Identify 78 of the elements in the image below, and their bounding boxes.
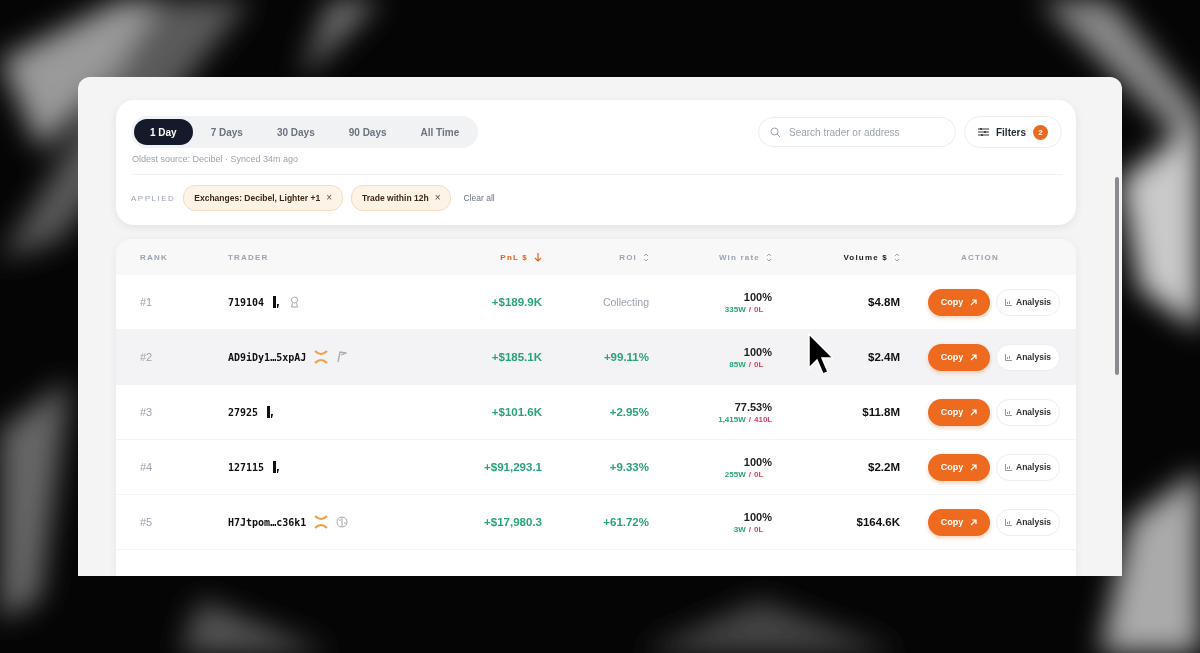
- period-tab[interactable]: All Time: [404, 119, 476, 145]
- rank-text: #4: [140, 461, 154, 473]
- column-header: TRADER: [228, 252, 270, 262]
- chip-label: Exchanges: Decibel, Lighter +1: [194, 193, 321, 203]
- arrow-icon: [970, 518, 978, 526]
- trader-name: 27925: [228, 406, 259, 418]
- roi-value: +61.72%: [603, 516, 649, 528]
- rank-text: #5: [140, 516, 154, 528]
- period-tab[interactable]: 30 Days: [260, 119, 331, 145]
- period-tab[interactable]: 7 Days: [194, 119, 259, 145]
- win-rate-value: 77.53%: [734, 400, 772, 413]
- win-loss-count: 85W / 0L: [728, 359, 765, 369]
- search-icon: [770, 127, 781, 138]
- column-header: ACTION: [960, 252, 1000, 262]
- arrow-icon: [970, 408, 978, 416]
- trader-name: AD9iDy1…5xpAJ: [228, 351, 307, 363]
- trader-name: H7Jtpom…c36k1: [228, 516, 307, 528]
- chart-icon: [1005, 298, 1012, 306]
- pnl-value: +$17,980.3: [484, 516, 542, 528]
- analysis-button[interactable]: Analysis: [996, 343, 1060, 371]
- analysis-button[interactable]: Analysis: [996, 398, 1060, 426]
- win-rate-value: 100%: [743, 455, 772, 468]
- win-loss-count: 335W / 0L: [723, 304, 765, 314]
- arrow-icon: [970, 463, 978, 471]
- trader-row[interactable]: #5 H7Jtpom…c36k1 +$17,980.3 +61.72% 100% 3W / 0L $164.6K Copy Analysis: [116, 495, 1076, 550]
- trader-name: 127115: [228, 461, 265, 473]
- analysis-button[interactable]: Analysis: [996, 508, 1060, 536]
- period-tab[interactable]: 90 Days: [332, 119, 403, 145]
- trader-row[interactable]: #2 AD9iDy1…5xpAJ +$185.1K +99.11% 100% 85W / 0L $2.4M Copy Analysis: [116, 330, 1076, 385]
- trader-row[interactable]: #4 127115 +$91,293.1 +9.33% 100% 255W / 0L $2.2M Copy Analysis: [116, 440, 1076, 495]
- arrow-icon: [970, 353, 978, 361]
- trader-row[interactable]: #3 27925 +$101.6K +2.95% 77.53% 1,415W / 410L $11.8M Copy Analysis: [116, 385, 1076, 440]
- column-header[interactable]: Volume $: [772, 252, 900, 262]
- remove-chip-button[interactable]: ×: [326, 193, 333, 203]
- pnl-value: +$101.6K: [491, 406, 542, 418]
- chart-icon: [1005, 518, 1012, 526]
- analysis-button[interactable]: Analysis: [996, 453, 1060, 481]
- pnl-value: +$189.9K: [491, 296, 542, 308]
- cursor-icon: [807, 332, 833, 376]
- chip-label: Trade within 12h: [362, 193, 429, 203]
- rank-text: #3: [140, 406, 154, 418]
- clear-all-link[interactable]: Clear all: [463, 193, 495, 203]
- column-header: RANK: [140, 252, 169, 262]
- remove-chip-button[interactable]: ×: [434, 193, 441, 203]
- scrollbar[interactable]: [1115, 177, 1119, 375]
- analysis-button[interactable]: Analysis: [996, 288, 1060, 316]
- chart-icon: [1005, 353, 1012, 361]
- search-field[interactable]: Search trader or address: [758, 117, 956, 147]
- trader-name: 719104: [228, 296, 265, 308]
- filter-count-badge: 2: [1033, 124, 1048, 140]
- win-loss-count: 255W / 0L: [723, 469, 765, 479]
- rank-text: #2: [140, 351, 154, 363]
- volume-value: $11.8M: [862, 406, 900, 418]
- volume-value: $4.8M: [868, 296, 900, 308]
- sliders-icon: [978, 127, 989, 137]
- period-tab[interactable]: 1 Day: [134, 119, 193, 145]
- roi-value: Collecting: [602, 296, 649, 308]
- win-rate-value: 100%: [743, 510, 772, 523]
- win-rate-value: 100%: [743, 290, 772, 303]
- filters-button[interactable]: Filters 2: [964, 116, 1062, 148]
- win-rate-value: 100%: [743, 345, 772, 358]
- volume-value: $2.2M: [868, 461, 900, 473]
- win-loss-count: 3W / 0L: [732, 524, 765, 534]
- sync-note: Oldest source: Decibel · Synced 34m ago: [132, 154, 1062, 175]
- chart-icon: [1005, 408, 1012, 416]
- roi-value: +99.11%: [603, 351, 649, 363]
- arrow-icon: [970, 298, 978, 306]
- volume-value: $164.6K: [856, 516, 900, 528]
- chart-icon: [1005, 463, 1012, 471]
- pnl-value: +$185.1K: [491, 351, 542, 363]
- applied-label: APPLIED: [131, 193, 176, 203]
- volume-value: $2.4M: [868, 351, 900, 363]
- rank-text: #1: [140, 296, 154, 308]
- win-loss-count: 1,415W / 410L: [717, 414, 772, 424]
- roi-value: +9.33%: [609, 461, 649, 473]
- pnl-value: +$91,293.1: [484, 461, 542, 473]
- roi-value: +2.95%: [609, 406, 649, 418]
- trader-row[interactable]: #1 719104 +$189.9K Collecting 100% 335W / 0L $4.8M Copy Analysis: [116, 275, 1076, 330]
